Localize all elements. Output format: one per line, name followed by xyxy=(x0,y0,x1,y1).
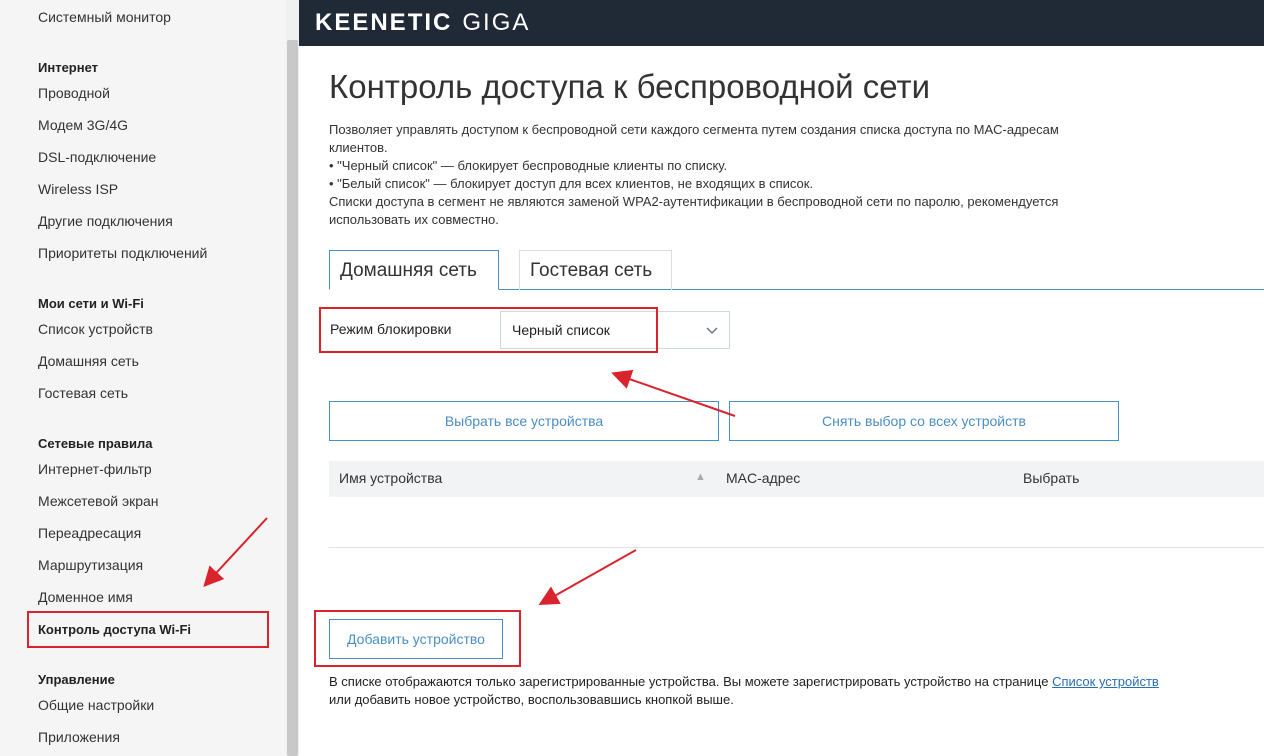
sidebar-scrollbar-thumb[interactable] xyxy=(287,40,298,756)
description-line-3: • "Черный список" — блокирует беспроводн… xyxy=(329,158,728,173)
arrow-to-add-device xyxy=(538,549,637,605)
brand-logo: KEENETIC GIGA xyxy=(315,9,530,37)
description-line-4: • "Белый список" — блокирует доступ для … xyxy=(329,176,814,191)
note-line-1: В списке отображаются только зарегистрир… xyxy=(329,674,1159,689)
column-mac-address[interactable]: MAC-адрес xyxy=(726,470,800,486)
sidebar-item-wisp[interactable]: Wireless ISP xyxy=(38,181,118,197)
description-line-2: клиентов. xyxy=(329,140,388,155)
sidebar-item-general-settings[interactable]: Общие настройки xyxy=(38,697,154,713)
brand-model: GIGA xyxy=(462,9,531,36)
sidebar-section-network-rules: Сетевые правила xyxy=(38,436,153,451)
sidebar-item-home-network[interactable]: Домашняя сеть xyxy=(38,353,139,369)
description-line-5: Списки доступа в сегмент не являются зам… xyxy=(329,194,1059,209)
sidebar-item-guest-network[interactable]: Гостевая сеть xyxy=(38,385,128,401)
tab-guest-network[interactable]: Гостевая сеть xyxy=(519,250,672,290)
device-list-link[interactable]: Список устройств xyxy=(1052,674,1159,689)
sort-asc-icon[interactable]: ▲ xyxy=(695,471,706,483)
highlight-blocking-mode xyxy=(319,307,658,353)
column-device-name[interactable]: Имя устройства xyxy=(339,470,442,486)
sidebar-item-internet-filter[interactable]: Интернет-фильтр xyxy=(38,461,152,477)
sidebar-item-system-monitor[interactable]: Системный монитор xyxy=(38,9,171,25)
tab-home-network[interactable]: Домашняя сеть xyxy=(329,250,499,290)
sidebar-item-routing[interactable]: Маршрутизация xyxy=(38,557,143,573)
description-line-6: использовать их совместно. xyxy=(329,212,499,227)
sidebar-item-wired[interactable]: Проводной xyxy=(38,85,110,101)
sidebar-item-dsl[interactable]: DSL-подключение xyxy=(38,149,156,165)
highlight-add-device xyxy=(314,610,521,667)
chevron-down-icon xyxy=(705,320,719,345)
deselect-all-devices-button[interactable]: Снять выбор со всех устройств xyxy=(729,401,1119,441)
sidebar-item-applications[interactable]: Приложения xyxy=(38,729,120,745)
select-all-devices-button[interactable]: Выбрать все устройства xyxy=(329,401,719,441)
sidebar-section-internet: Интернет xyxy=(38,60,99,75)
note-line-2: или добавить новое устройство, воспользо… xyxy=(329,692,734,707)
sidebar-section-management: Управление xyxy=(38,672,115,687)
column-select[interactable]: Выбрать xyxy=(1023,470,1079,486)
description-line-1: Позволяет управлять доступом к беспровод… xyxy=(329,122,1059,137)
sidebar-item-firewall[interactable]: Межсетевой экран xyxy=(38,493,159,509)
sidebar-item-domain-name[interactable]: Доменное имя xyxy=(38,589,133,605)
sidebar-item-other-connections[interactable]: Другие подключения xyxy=(38,213,173,229)
sidebar-item-modem[interactable]: Модем 3G/4G xyxy=(38,117,128,133)
table-bottom-divider xyxy=(329,547,1264,548)
sidebar-section-my-networks: Мои сети и Wi-Fi xyxy=(38,296,144,311)
sidebar-item-device-list[interactable]: Список устройств xyxy=(38,321,153,337)
brand-name: KEENETIC xyxy=(315,9,453,36)
device-table-header: Имя устройства ▲ MAC-адрес Выбрать xyxy=(329,461,1264,497)
sidebar-item-connection-priorities[interactable]: Приоритеты подключений xyxy=(38,245,207,261)
top-header: KEENETIC GIGA xyxy=(299,0,1264,46)
sidebar-item-port-forwarding[interactable]: Переадресация xyxy=(38,525,141,541)
page-title: Контроль доступа к беспроводной сети xyxy=(329,68,931,105)
note-text: В списке отображаются только зарегистрир… xyxy=(329,674,1053,689)
highlight-wifi-access-control xyxy=(27,611,269,648)
